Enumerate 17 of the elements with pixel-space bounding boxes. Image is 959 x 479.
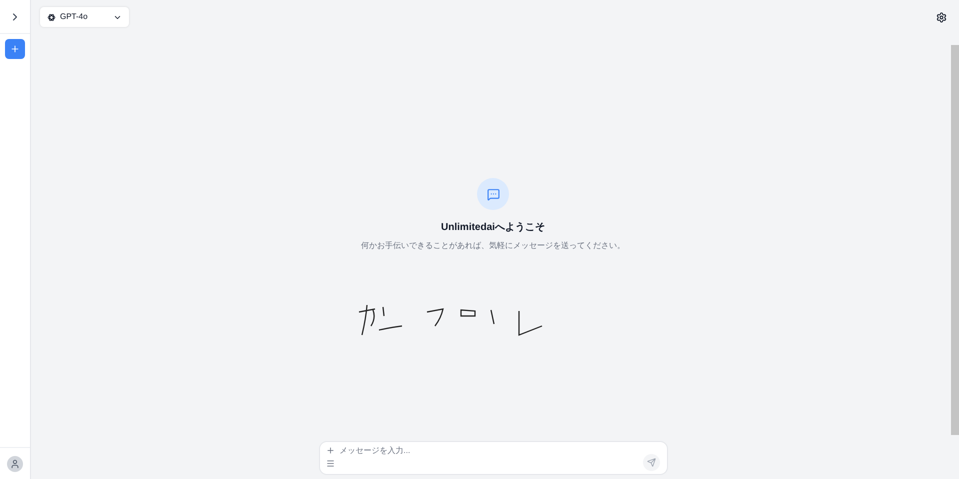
user-avatar-button[interactable] xyxy=(7,456,23,472)
model-select[interactable]: GPT-4o xyxy=(40,7,129,27)
new-chat-button[interactable] xyxy=(5,39,25,59)
message-input[interactable]: メッセージを入力... xyxy=(340,445,642,457)
settings-icon xyxy=(936,12,946,22)
plus-icon xyxy=(10,44,20,54)
model-icon xyxy=(47,12,56,22)
welcome-title: Unlimitedaiへようこそ xyxy=(441,221,545,235)
user-icon xyxy=(10,458,20,468)
send-icon xyxy=(646,458,656,466)
welcome-subtitle: 何かお手伝いできることがあれば、気軽にメッセージを送ってください。 xyxy=(361,240,625,252)
message-field[interactable]: メッセージを入力... xyxy=(318,441,668,475)
menu-icon[interactable] xyxy=(326,459,334,468)
settings-button[interactable] xyxy=(935,11,947,23)
send-button[interactable] xyxy=(642,454,660,470)
chat-bubble-icon xyxy=(486,188,500,200)
plus-icon[interactable] xyxy=(326,446,334,455)
